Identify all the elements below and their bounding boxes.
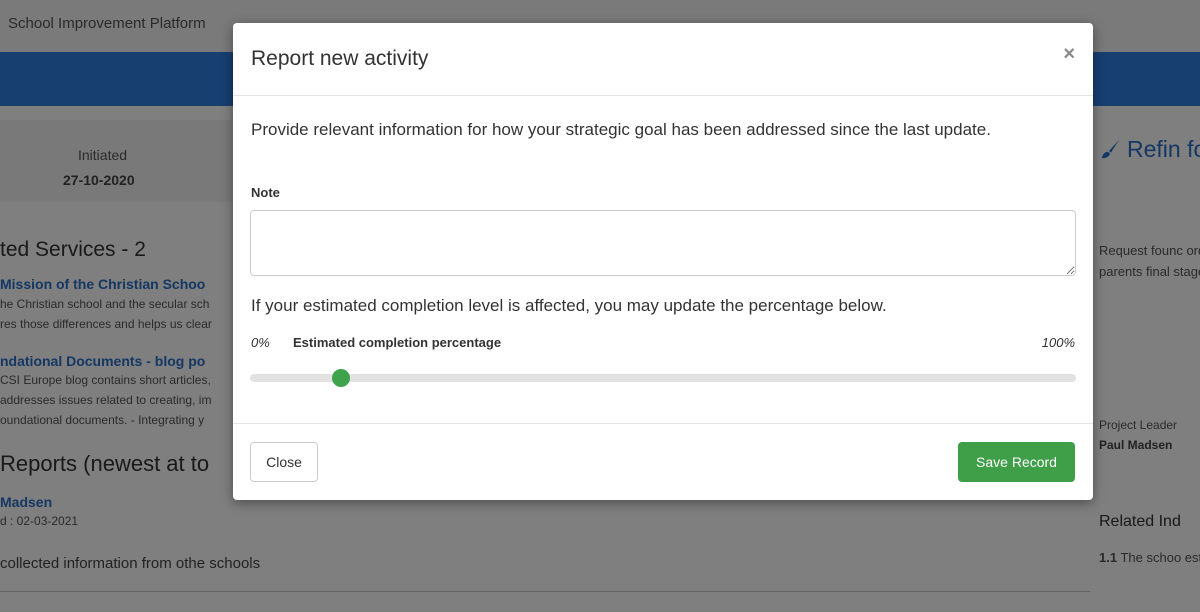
modal-header: Report new activity × <box>233 23 1093 96</box>
note-label: Note <box>251 185 280 200</box>
modal-intro-text: Provide relevant information for how you… <box>251 120 991 139</box>
note-textarea[interactable] <box>250 210 1076 276</box>
slider-handle[interactable] <box>331 369 350 387</box>
slider-min-label: 0% <box>251 335 270 350</box>
completion-percentage-label: Estimated completion percentage <box>293 335 502 350</box>
close-icon[interactable]: × <box>1063 43 1075 66</box>
close-button[interactable]: Close <box>250 442 318 482</box>
completion-slider[interactable] <box>250 369 1076 387</box>
modal-title: Report new activity <box>251 47 429 70</box>
completion-instructions: If your estimated completion level is af… <box>251 296 887 315</box>
save-record-button[interactable]: Save Record <box>958 442 1075 482</box>
slider-max-label: 100% <box>1041 335 1075 350</box>
report-activity-modal: Report new activity × Provide relevant i… <box>233 23 1093 500</box>
modal-footer-divider <box>233 423 1093 424</box>
